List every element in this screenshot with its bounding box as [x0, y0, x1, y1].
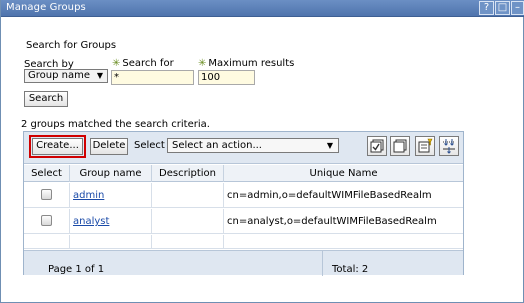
column-header-group-name[interactable]: Group name — [70, 165, 152, 182]
group-name-link[interactable]: analyst — [73, 216, 109, 227]
unique-name-cell: cn=admin,o=defaultWIMFileBasedRealm — [227, 190, 432, 201]
table-header: Select Group name Description Unique Nam… — [24, 165, 463, 182]
minimize-button[interactable]: – — [511, 1, 524, 15]
select-cell — [24, 209, 70, 234]
filter-icon[interactable] — [415, 136, 435, 156]
column-header-select[interactable]: Select — [24, 165, 70, 182]
chevron-down-icon: ▼ — [326, 141, 333, 150]
delete-button[interactable]: Delete — [90, 138, 128, 155]
search-by-select[interactable]: Group name ▼ — [24, 69, 108, 83]
deselect-all-icon[interactable] — [390, 136, 410, 156]
required-icon: ✳ — [198, 58, 207, 69]
column-header-description[interactable]: Description — [152, 165, 224, 182]
manage-groups-window: Manage Groups ? □ – Search for Groups Se… — [0, 0, 524, 303]
action-select-value: Select an action... — [172, 140, 262, 151]
select-action-label: Select — [134, 140, 165, 151]
description-cell — [152, 183, 224, 208]
select-all-icon[interactable] — [367, 136, 387, 156]
maximize-button[interactable]: □ — [495, 1, 510, 15]
create-button[interactable]: Create... — [29, 135, 86, 158]
search-by-value: Group name — [28, 70, 90, 81]
search-heading: Search for Groups — [26, 40, 117, 51]
match-count-text: 2 groups matched the search criteria. — [21, 119, 210, 130]
help-button[interactable]: ? — [479, 1, 494, 15]
table-footer: Page 1 of 1 Total: 2 — [24, 250, 463, 276]
row-checkbox[interactable] — [41, 189, 52, 200]
max-results-label: Maximum results — [208, 58, 295, 69]
search-for-label: Search for — [122, 58, 174, 69]
empty-cell — [24, 235, 70, 249]
unique-name-cell: cn=analyst,o=defaultWIMFileBasedRealm — [227, 216, 437, 227]
table-row: admin cn=admin,o=defaultWIMFileBasedReal… — [24, 183, 463, 208]
group-name-cell: analyst — [70, 209, 152, 234]
required-icon: ✳ — [112, 58, 121, 69]
search-button[interactable]: Search — [24, 91, 68, 107]
title-bar: Manage Groups ? □ – — [1, 0, 524, 17]
table-row: analyst cn=analyst,o=defaultWIMFileBased… — [24, 209, 463, 234]
total-count: Total: 2 — [332, 264, 369, 275]
page-indicator: Page 1 of 1 — [48, 264, 105, 275]
empty-cell — [70, 235, 152, 249]
row-checkbox[interactable] — [41, 215, 52, 226]
group-name-cell: admin — [70, 183, 152, 208]
groups-table: Create... Delete Select Select an action… — [23, 131, 464, 276]
max-results-label-group: ✳ Maximum results — [198, 58, 294, 69]
group-name-link[interactable]: admin — [73, 190, 104, 201]
column-header-unique-name[interactable]: Unique Name — [224, 165, 463, 182]
collapse-icon[interactable] — [439, 136, 459, 156]
description-cell — [152, 209, 224, 234]
search-for-input[interactable]: * — [111, 70, 194, 85]
search-for-label-group: ✳ Search for — [112, 58, 174, 69]
empty-cell — [152, 235, 224, 249]
max-results-input[interactable]: 100 — [198, 70, 255, 85]
empty-row — [24, 235, 463, 249]
chevron-down-icon: ▼ — [96, 71, 103, 80]
window-title: Manage Groups — [6, 2, 86, 13]
footer-divider — [322, 251, 323, 276]
empty-cell — [224, 235, 463, 249]
table-toolbar: Create... Delete Select Select an action… — [24, 132, 463, 164]
select-cell — [24, 183, 70, 208]
action-select[interactable]: Select an action... ▼ — [167, 138, 339, 153]
